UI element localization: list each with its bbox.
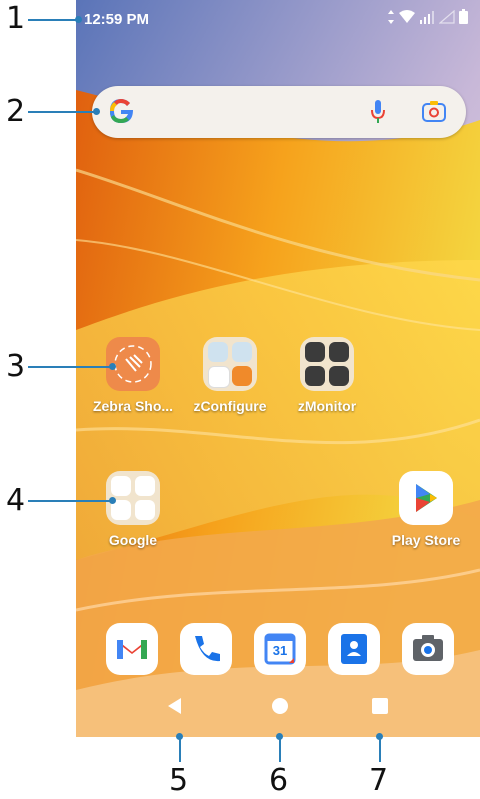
app-zebra-showcase[interactable]: Zebra Sho... [88,337,178,414]
phone-screen: 12:59 PM Zebra Sho... zConfigure zMonito… [76,0,480,737]
bluetooth-pairing-icon [305,366,325,386]
zconfigure-folder-icon [203,337,257,391]
app-label: Zebra Sho... [92,398,174,414]
status-icons [387,9,468,24]
camera-icon[interactable] [402,623,454,675]
google-search-bar[interactable] [92,86,466,138]
callout-line [28,111,96,113]
app-label: zConfigure [193,398,267,414]
play-store-icon [399,471,453,525]
chart-app-icon [232,342,252,362]
app-label: Play Store [391,532,461,548]
callout-line [28,366,112,368]
data-arrows-icon [388,9,394,24]
worry-free-wifi-icon [329,366,349,386]
home-button[interactable] [271,697,289,715]
callout-line [379,736,381,762]
calendar-date: 31 [272,643,288,658]
callout-line [28,19,78,21]
callout-dot [109,497,116,504]
keyboard-app-icon [208,366,230,388]
drive-icon [135,500,155,520]
status-bar: 12:59 PM [76,0,480,36]
callout-number: 7 [369,763,389,798]
callout-number: 6 [269,763,289,798]
battery-icon [459,9,468,24]
storage-manager-icon [208,342,228,362]
callout-number: 4 [6,483,26,518]
folder-zconfigure[interactable]: zConfigure [185,337,275,414]
callout-number: 3 [6,349,26,384]
callout-line [179,736,181,762]
callout-line [28,500,112,502]
zmonitor-folder-icon [300,337,354,391]
callout-number: 1 [6,1,26,36]
callout-number: 2 [6,94,26,129]
callout-dot [109,363,116,370]
voice-search-icon[interactable] [370,100,386,129]
app-play-store[interactable]: Play Store [381,471,471,548]
gmail-icon[interactable] [106,623,158,675]
phone-icon[interactable] [180,623,232,675]
no-sim-icon [439,9,455,24]
callout-dot [93,108,100,115]
callout-line [279,736,281,762]
google-app-icon [111,476,131,496]
chrome-icon [135,476,155,496]
back-button[interactable] [166,697,184,715]
rx-logger-icon [305,342,325,362]
contacts-icon[interactable] [328,623,380,675]
google-lens-icon[interactable] [422,100,446,129]
wifi-icon [399,9,415,23]
battery-manager-icon [329,342,349,362]
signal-icon [420,10,434,24]
status-time: 12:59 PM [84,11,150,28]
folder-google[interactable]: Google [88,471,178,548]
google-g-icon [107,96,135,134]
callout-dot [75,16,82,23]
app-label: zMonitor [297,398,357,414]
folder-zmonitor[interactable]: zMonitor [282,337,372,414]
callout-number: 5 [169,763,189,798]
zconfig-orange-icon [232,366,252,386]
app-label: Google [108,532,158,548]
recents-button[interactable] [371,697,389,715]
calendar-icon[interactable]: 31 [254,623,306,675]
